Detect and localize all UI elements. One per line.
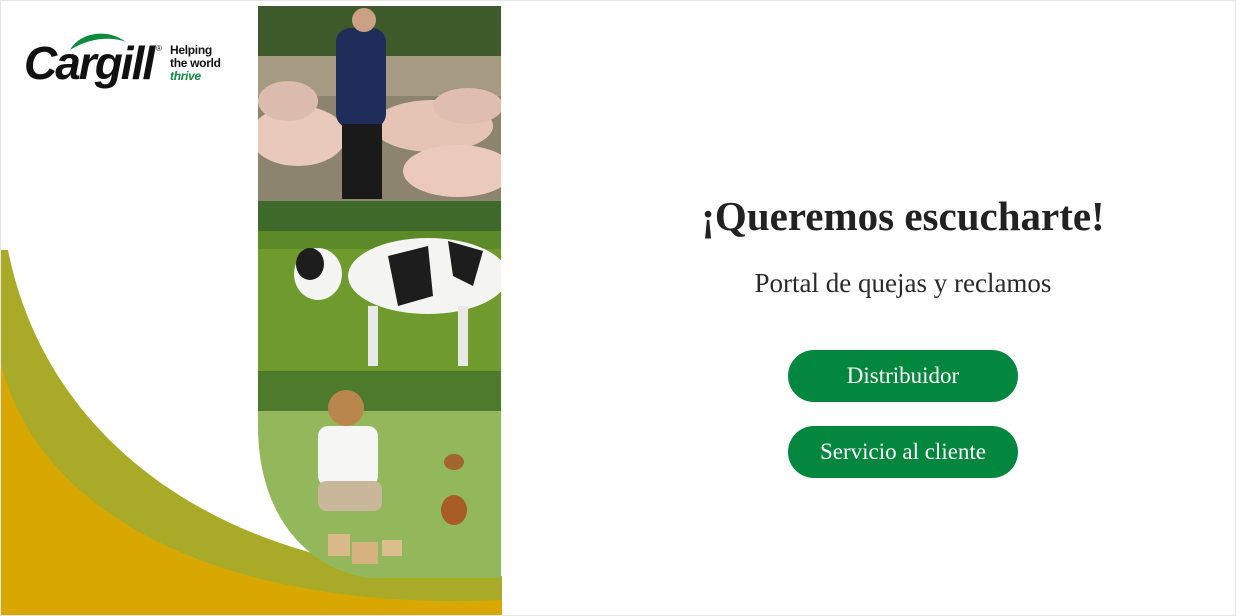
- page-subtitle: Portal de quejas y reclamos: [754, 268, 1052, 298]
- landing-page: Cargill ® Helping the world thrive ¡Quer…: [0, 0, 1236, 616]
- distribuidor-button[interactable]: Distribuidor: [788, 350, 1018, 402]
- farm-collage-image: [258, 6, 501, 614]
- hero-panel: Cargill ® Helping the world thrive: [0, 0, 502, 616]
- page-title: ¡Queremos escucharte!: [701, 193, 1105, 239]
- tagline-line-3: thrive: [170, 69, 201, 83]
- registered-mark: ®: [156, 44, 162, 53]
- brand-tagline: Helping the world thrive: [170, 44, 221, 83]
- customer-service-button[interactable]: Servicio al cliente: [788, 426, 1018, 478]
- cargill-logo: Cargill ® Helping the world thrive: [22, 28, 232, 94]
- main-content: ¡Queremos escucharte! Portal de quejas y…: [600, 0, 1206, 616]
- brand-name: Cargill: [24, 37, 155, 89]
